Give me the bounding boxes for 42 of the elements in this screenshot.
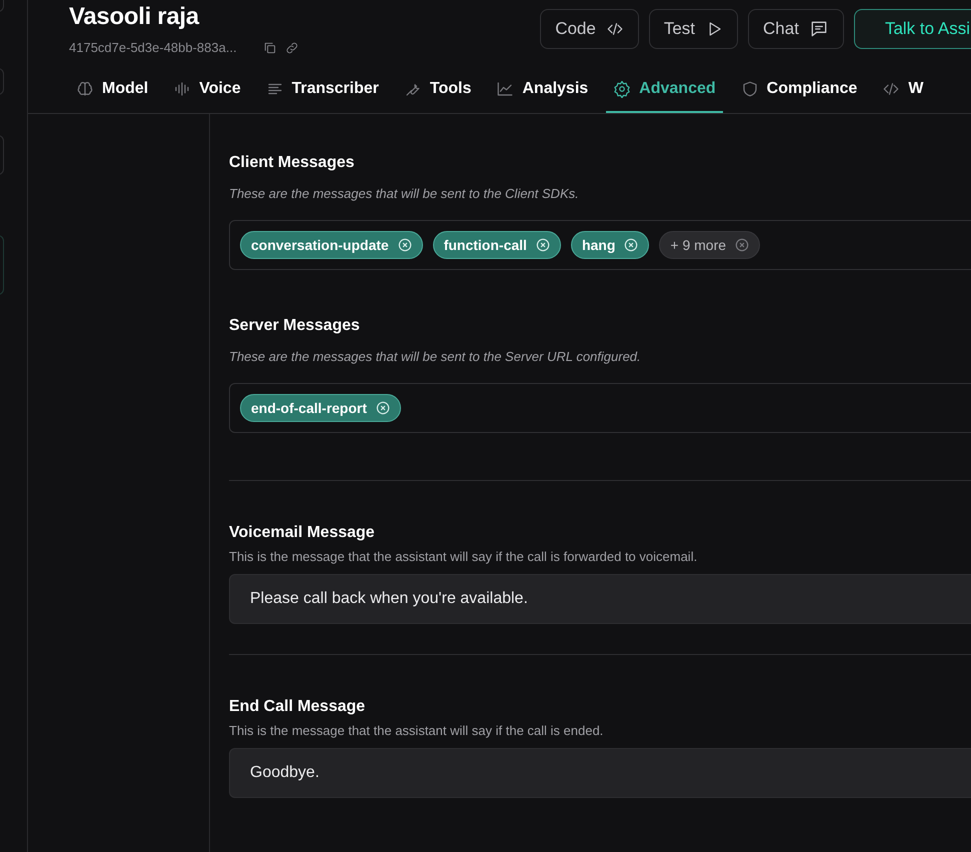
line-chart-icon [496, 80, 514, 98]
tag[interactable]: hang [570, 231, 650, 259]
remove-icon[interactable] [735, 238, 750, 252]
tab[interactable]: Advanced [606, 80, 723, 113]
tag-input[interactable]: conversation-update function-call hang + 9 more [229, 220, 971, 270]
assistant-id: 4175cd7e-5d3e-48bb-883a... [69, 40, 237, 55]
message-field[interactable]: Please call back when you're available. [229, 574, 971, 624]
tab[interactable]: Compliance [734, 80, 864, 113]
tag[interactable]: function-call [432, 231, 561, 259]
more-tag[interactable]: + 9 more [659, 231, 760, 259]
section-description: These are the messages that will be sent to the Server URL configured. [229, 349, 642, 364]
gear-icon [613, 80, 632, 98]
section-title: End Call Message [229, 698, 366, 716]
waveform-icon [173, 80, 192, 98]
code-icon [606, 20, 624, 38]
action-button[interactable]: Test [648, 9, 738, 49]
tab[interactable]: Analysis [489, 80, 596, 113]
tab[interactable]: Model [69, 80, 156, 113]
action-button[interactable]: Code [540, 9, 639, 49]
action-button[interactable]: Chat [748, 9, 844, 49]
link-icon [284, 40, 299, 54]
chat-icon [808, 19, 829, 39]
tag[interactable]: conversation-update [240, 231, 423, 259]
section-title: Server Messages [229, 317, 361, 335]
section-description: This is the message that the assistant will say if the call is forwarded to voicemail. [229, 549, 698, 564]
code-icon [882, 80, 900, 98]
section-title: Voicemail Message [229, 524, 376, 542]
tab[interactable]: Voice [166, 80, 248, 113]
tab[interactable]: W [875, 80, 930, 113]
section-title: Client Messages [229, 154, 356, 172]
talk-button[interactable]: Talk to Assi [854, 9, 971, 49]
tag-input[interactable]: end-of-call-report [229, 383, 971, 433]
section-description: This is the message that the assistant will say if the call is ended. [229, 723, 604, 738]
section-description: These are the messages that will be sent to the Client SDKs. [229, 186, 580, 201]
tag[interactable]: end-of-call-report [240, 394, 401, 422]
brain-icon [76, 80, 94, 98]
assistant-name: Vasooli raja [69, 3, 200, 31]
tab[interactable]: Transcriber [258, 80, 386, 113]
copy-icon [262, 40, 277, 54]
shield-icon [740, 80, 759, 98]
tab[interactable]: Tools [396, 80, 478, 113]
message-field[interactable]: Goodbye. [229, 748, 971, 798]
